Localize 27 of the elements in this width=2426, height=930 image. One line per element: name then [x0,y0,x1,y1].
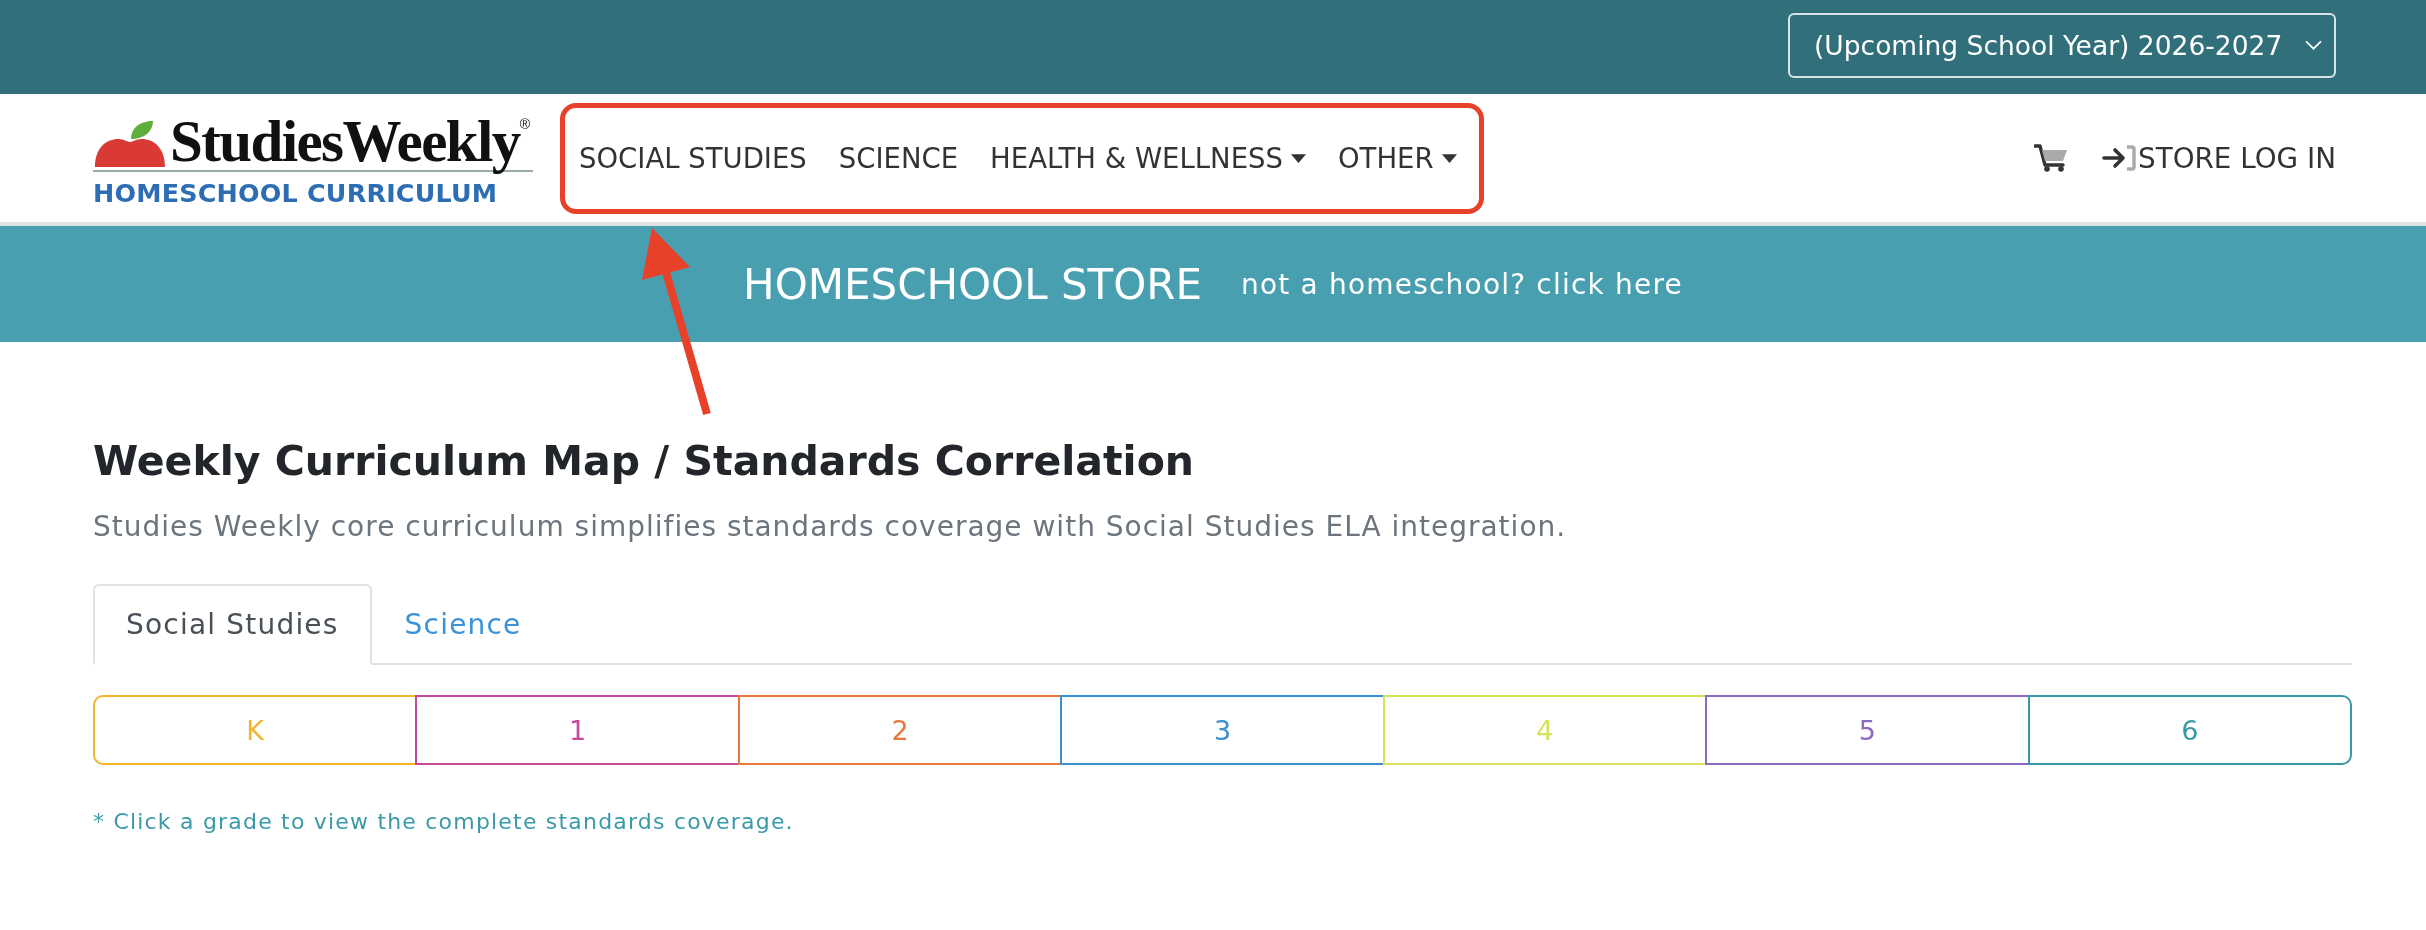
logo-wordmark: StudiesWeekly [170,108,520,176]
grade-button[interactable]: 1 [415,695,740,765]
banner-title: HOMESCHOOL STORE [743,259,1203,309]
grade-button[interactable]: 2 [737,695,1063,765]
cart-icon[interactable] [2034,144,2069,172]
subject-tab[interactable]: Science [371,584,555,665]
school-year-dropdown[interactable]: (Upcoming School Year) 2026-2027 [1788,12,2336,78]
registered-mark: ® [519,116,530,133]
footnote-text: * Click a grade to view the complete standards coverage. [93,809,795,834]
nav-link[interactable]: OTHER [1337,142,1457,174]
page-heading: Weekly Curriculum Map / Standards Correlation [93,436,1195,486]
nav-link[interactable]: HEALTH & WELLNESS [990,142,1306,174]
nav-link[interactable]: SCIENCE [838,142,959,174]
apple-logo-icon [93,118,167,169]
logo-tagline: HOMESCHOOL CURRICULUM [93,177,499,208]
caret-icon [1290,153,1306,163]
chevron-down-icon [2305,40,2322,50]
page-subtitle: Studies Weekly core curriculum simplifies standards coverage with Social Studies ELA integration. [93,509,1568,545]
grade-button[interactable]: 5 [1705,695,2030,765]
subject-tab[interactable]: Social Studies [93,584,372,665]
caret-icon [1441,153,1457,163]
grade-button[interactable]: 6 [2027,695,2352,765]
grade-button[interactable]: 3 [1060,695,1385,765]
store-login-link[interactable]: STORE LOG IN [2102,141,2336,175]
nav-link[interactable]: SOCIAL STUDIES [579,142,807,174]
not-homeschool-link[interactable]: not a homeschool? click here [1241,267,1683,301]
sign-in-icon [2102,145,2137,171]
